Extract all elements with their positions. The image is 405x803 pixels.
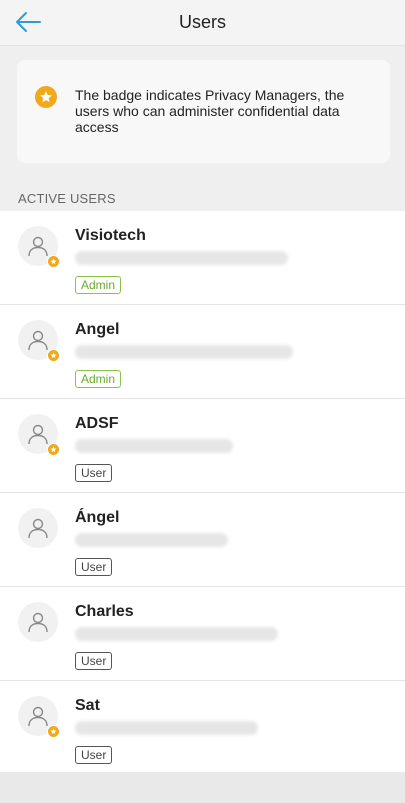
avatar [18, 320, 60, 362]
person-icon [28, 518, 48, 539]
person-icon [28, 330, 48, 351]
role-badge: User [75, 652, 113, 670]
user-email: angel.user@hotmail.com [75, 533, 228, 547]
page-title: Users [178, 12, 226, 32]
user-email: visiotech_admin@example.com [75, 251, 288, 265]
user-name: Visiotech [75, 227, 146, 244]
role-badge: Admin [75, 276, 122, 294]
person-icon [28, 612, 48, 633]
user-row[interactable]: Visiotech visiotech_admin@example.com Ad… [0, 211, 405, 305]
section-title-active-users: ACTIVE USERS [18, 191, 116, 206]
user-email: angel.admin@example-security.com [75, 345, 293, 359]
user-list: Visiotech visiotech_admin@example.com Ad… [0, 211, 405, 774]
user-name: Sat [75, 697, 100, 714]
privacy-manager-badge-icon [47, 255, 60, 268]
user-row[interactable]: Sat sat.user@example-security.com User [0, 681, 405, 774]
avatar [18, 414, 60, 456]
user-row[interactable]: ADSF adsf.user@gmail.com User [0, 399, 405, 493]
avatar [18, 508, 58, 548]
user-row[interactable]: Charles charles.user@gmail.com User [0, 587, 405, 681]
role-badge: User [75, 558, 113, 576]
user-name: Angel [75, 321, 120, 338]
privacy-info-text: The badge indicates Privacy Managers, th… [75, 87, 345, 135]
avatar [18, 696, 60, 738]
avatar [18, 602, 58, 642]
privacy-manager-badge-icon [47, 443, 60, 456]
privacy-manager-badge-icon [47, 725, 60, 738]
privacy-info-card: The badge indicates Privacy Managers, th… [17, 60, 390, 163]
user-name: ADSF [75, 415, 119, 432]
user-name: Ángel [75, 509, 120, 526]
user-email: charles.user@gmail.com [75, 627, 278, 641]
user-email: adsf.user@gmail.com [75, 439, 233, 453]
bottom-area [0, 772, 405, 803]
role-badge: User [75, 464, 113, 482]
person-icon [28, 706, 48, 727]
role-badge: Admin [75, 370, 122, 388]
privacy-manager-badge-icon [47, 349, 60, 362]
person-icon [28, 236, 48, 257]
person-icon [28, 424, 48, 445]
user-name: Charles [75, 603, 134, 620]
star-badge-icon [35, 86, 57, 108]
role-badge: User [75, 746, 113, 764]
user-row[interactable]: Angel angel.admin@example-security.com A… [0, 305, 405, 399]
avatar [18, 226, 60, 268]
user-row[interactable]: Ángel angel.user@hotmail.com User [0, 493, 405, 587]
user-email: sat.user@example-security.com [75, 721, 258, 735]
app-header: Users [0, 0, 405, 46]
